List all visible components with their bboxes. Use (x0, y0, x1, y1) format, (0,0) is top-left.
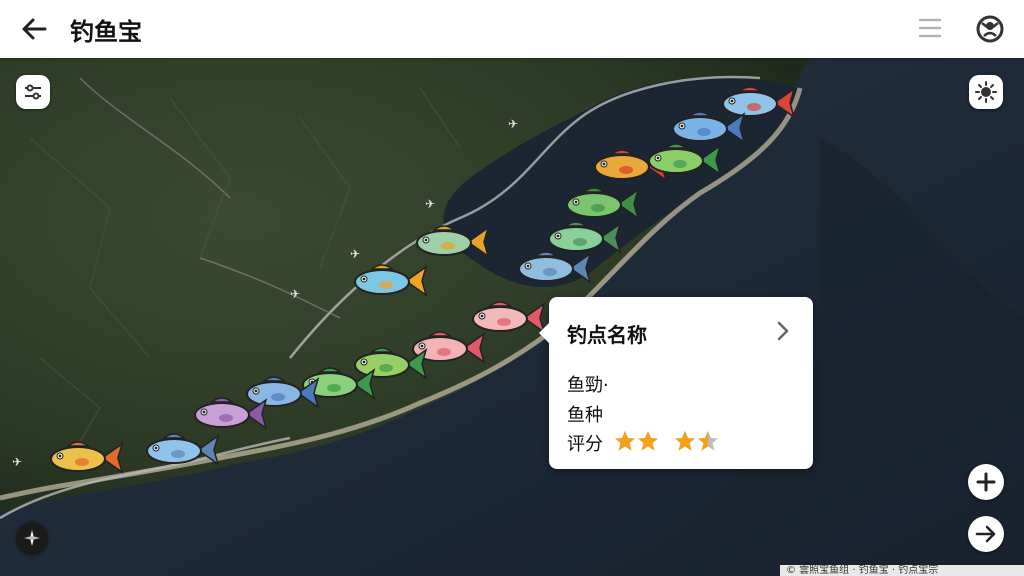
fish-icon (194, 397, 268, 430)
star-full-icon (615, 431, 635, 451)
fishing-spot-marker[interactable] (348, 261, 428, 305)
poi-icon: ✈ (290, 287, 300, 301)
rating-stars (614, 430, 720, 452)
arrow-left-icon (22, 18, 47, 40)
profile-button[interactable] (973, 12, 1007, 46)
zoom-in-button[interactable] (968, 464, 1004, 500)
filter-button[interactable] (16, 75, 50, 109)
profile-icon (976, 15, 1004, 43)
fish-icon (416, 225, 490, 258)
chevron-right-icon (777, 321, 789, 341)
fish-icon (146, 433, 220, 466)
hamburger-menu-icon (918, 18, 942, 38)
plus-icon (976, 472, 996, 492)
fishing-spot-marker[interactable] (410, 222, 490, 266)
filter-icon (25, 84, 41, 100)
brightness-icon (975, 81, 997, 103)
star-half-icon (698, 431, 718, 451)
spot-line-1: 鱼勁· (567, 375, 609, 396)
fishing-spot-marker[interactable] (642, 140, 722, 184)
navigate-button[interactable] (968, 516, 1004, 552)
fish-species-label: 鱼种 (567, 405, 603, 426)
back-button[interactable] (18, 13, 50, 45)
fishing-spot-marker[interactable] (140, 430, 220, 474)
compass-icon (24, 530, 40, 546)
menu-button[interactable] (916, 14, 944, 42)
fish-icon (354, 264, 428, 297)
poi-icon: ✈ (425, 197, 435, 211)
rating-label: 评分 (567, 434, 603, 455)
fish-icon (518, 251, 592, 284)
fish-icon (50, 441, 124, 474)
fishing-spot-marker[interactable] (44, 438, 124, 482)
star-full-icon (675, 431, 695, 451)
spot-name: 钓点名称 (567, 323, 647, 347)
map-attribution: © 雲照宝鱼组 · 钓鱼宝 · 钓点宝宗 (780, 565, 1024, 576)
compass-button[interactable] (16, 522, 48, 554)
poi-icon: ✈ (350, 247, 360, 261)
app-title: 钓鱼宝 (70, 18, 142, 46)
brightness-button[interactable] (969, 75, 1003, 109)
spot-info-popup[interactable]: 钓点名称 鱼勁· 鱼种 评分 (539, 297, 813, 469)
open-spot-details-button[interactable] (773, 319, 793, 343)
app-bar: 钓鱼宝 (0, 0, 1024, 58)
poi-icon: ✈ (12, 455, 22, 469)
fishing-spot-marker[interactable] (512, 248, 592, 292)
arrow-right-icon (975, 525, 996, 543)
poi-icon: ✈ (508, 117, 518, 131)
satellite-map[interactable]: ✈ ✈ ✈ ✈ ✈ 钓点名称 鱼勁· 鱼种 评分 © 雲照宝鱼组 · 钓鱼宝 ·… (0, 58, 1024, 576)
fish-icon (648, 143, 722, 176)
star-full-icon (638, 431, 658, 451)
